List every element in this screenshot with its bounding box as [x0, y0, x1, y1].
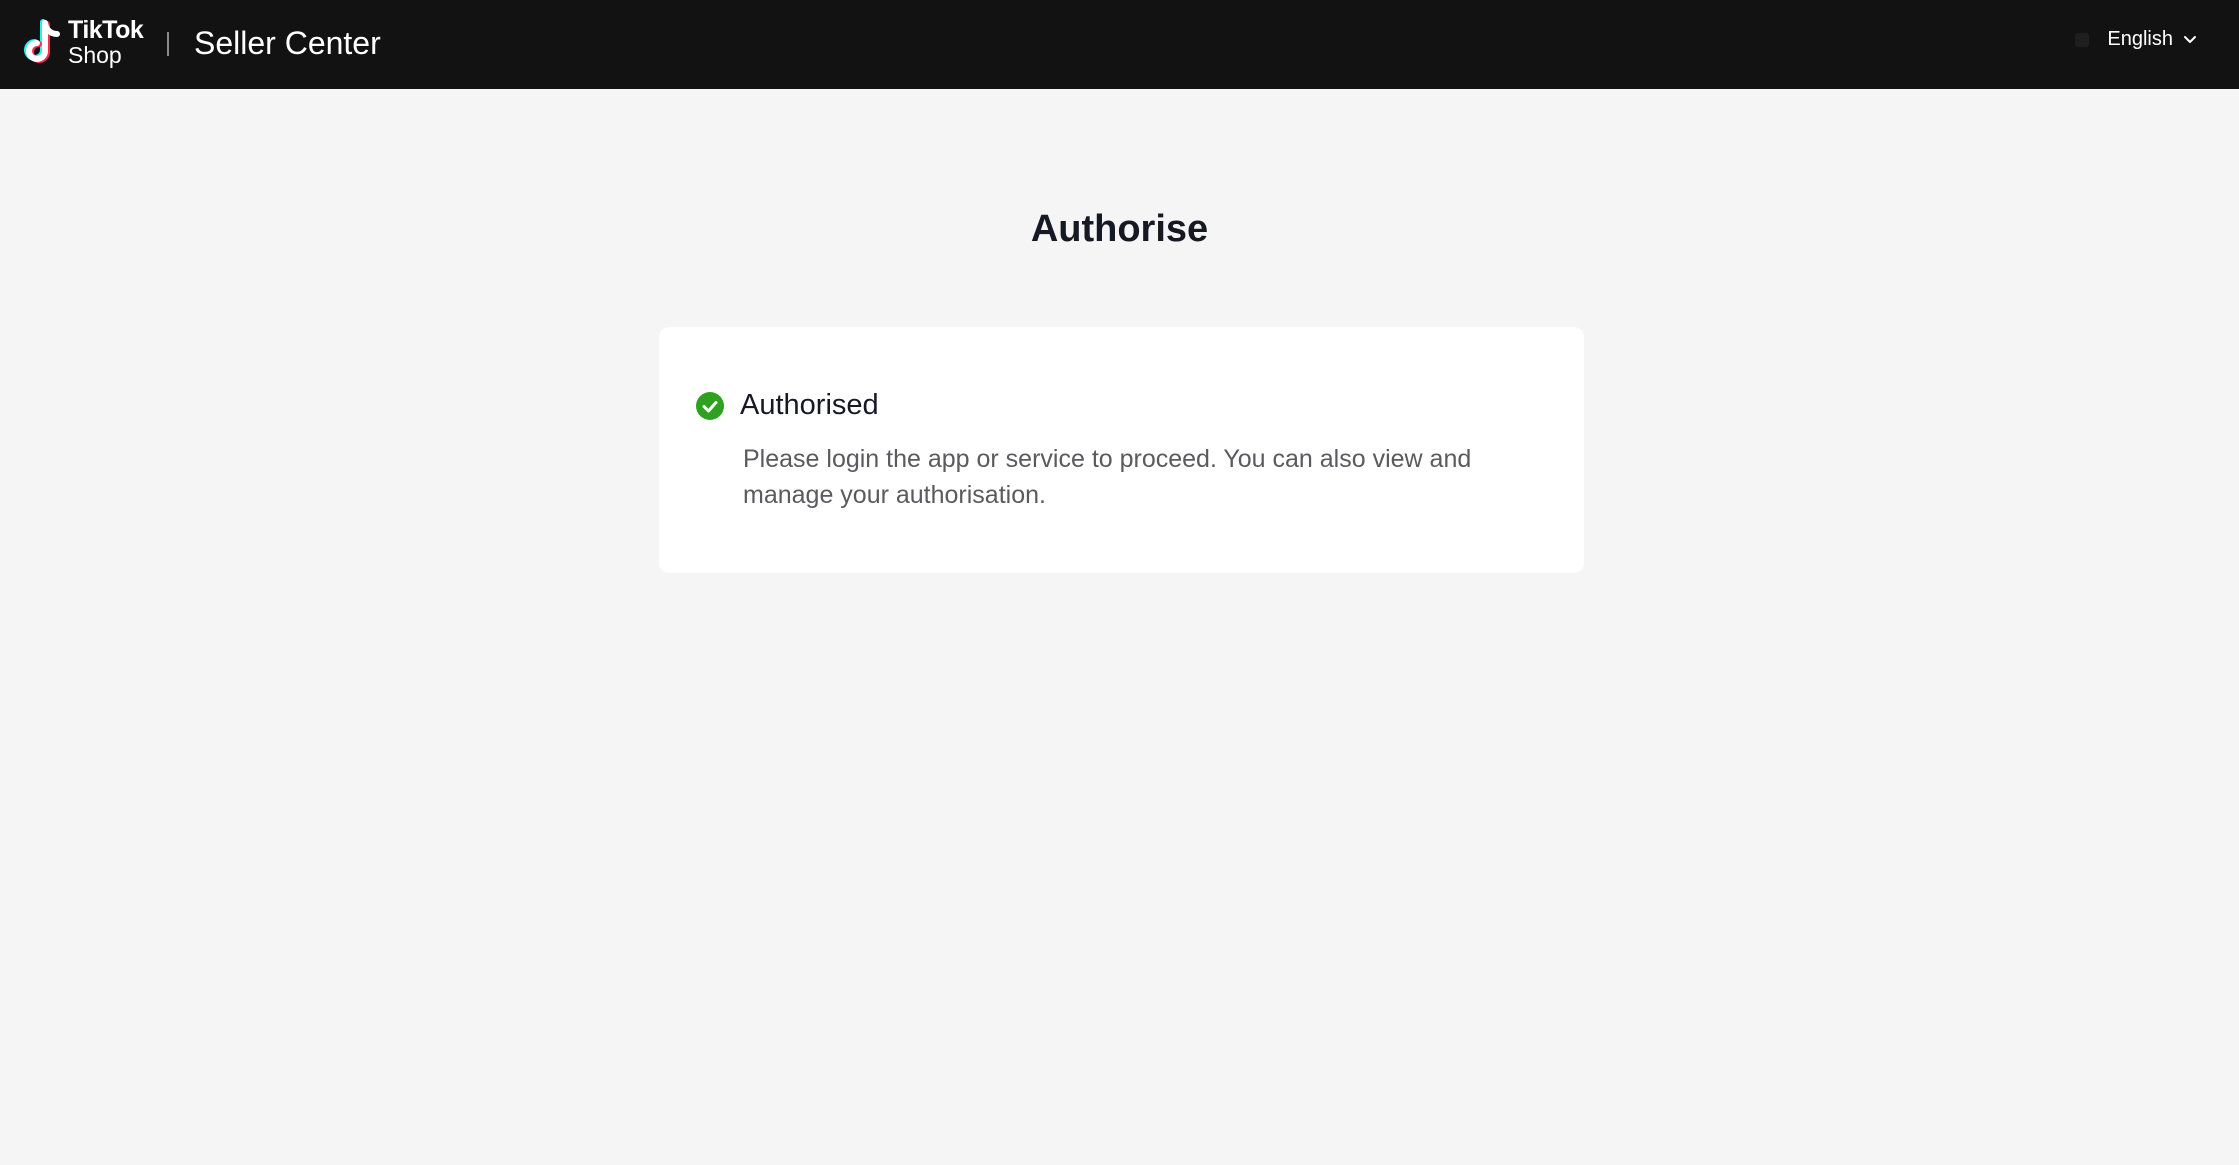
- logo-tiktok-text: TikTok: [68, 16, 144, 44]
- logo-shop-text: Shop: [68, 42, 122, 68]
- tiktok-shop-logo[interactable]: TikTok Shop: [22, 16, 144, 68]
- tiktok-note-icon: [22, 18, 62, 67]
- status-description: Please login the app or service to proce…: [743, 445, 1472, 509]
- authorisation-status-card: Authorised Please login the app or servi…: [659, 327, 1584, 573]
- language-selector[interactable]: English: [2075, 28, 2197, 51]
- chevron-down-icon: [2183, 28, 2197, 51]
- logo-wordmark: TikTok Shop: [68, 16, 144, 68]
- status-row: Authorised: [696, 389, 879, 422]
- check-circle-icon: [696, 391, 724, 420]
- top-header: TikTok Shop Seller Center English: [0, 0, 2239, 89]
- language-flag-icon: [2075, 32, 2090, 47]
- status-title: Authorised: [740, 389, 879, 421]
- page-title: Authorise: [1030, 208, 1209, 250]
- language-label: English: [2107, 28, 2173, 50]
- product-name: Seller Center: [194, 25, 381, 61]
- header-divider: [167, 32, 169, 56]
